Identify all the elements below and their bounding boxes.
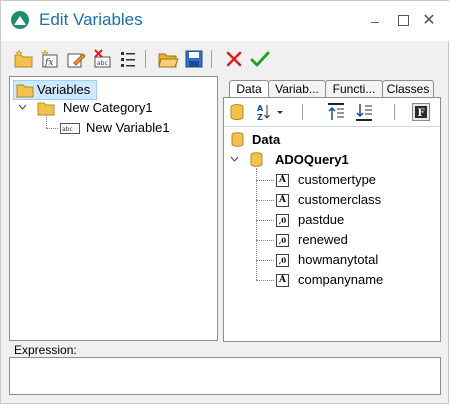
tree-line [256,180,274,181]
save-icon[interactable] [183,48,205,70]
database-icon[interactable] [230,104,244,120]
tree-item-variables[interactable]: Variables [13,80,97,100]
text-field-icon: A [276,194,289,207]
sort-az-icon: A Z [257,104,283,122]
expand-all-icon[interactable] [354,103,374,121]
tree-line [256,220,274,221]
minimize-button[interactable]: – [364,10,386,32]
svg-text:fx: fx [44,58,53,68]
svg-text:abc: abc [97,60,108,67]
tab-classes[interactable]: Classes [382,80,434,98]
tree-item-field[interactable]: ,0 pastdue [276,211,436,229]
chevron-down-icon[interactable] [230,156,239,163]
edit-icon[interactable] [65,48,87,70]
tree-item-field[interactable]: A companyname [276,271,436,289]
list-icon[interactable] [117,48,139,70]
maximize-button[interactable] [392,10,414,32]
expression-input[interactable] [9,357,441,395]
tree-line [256,260,274,261]
chevron-down-icon[interactable] [18,104,27,111]
variables-tree-panel: Variables New Category1 abc New Variable… [9,76,218,341]
format-button[interactable]: F [412,103,430,121]
number-field-icon: ,0 [276,214,289,227]
expression-label: Expression: [14,343,77,357]
tree-item-data[interactable]: Data [229,131,429,149]
tree-item-field[interactable]: A customertype [276,171,436,189]
data-tree-panel: A Z F Data ADOQuery1 A customertype A cu… [223,97,441,342]
tree-line [46,115,47,128]
tree-line [256,280,274,281]
tree-line [256,240,274,241]
tree-item-field[interactable]: A customerclass [276,191,436,209]
new-category-icon[interactable] [13,48,35,70]
svg-text:Z: Z [257,113,263,122]
number-field-icon: ,0 [276,234,289,247]
tree-line [256,200,274,201]
text-field-icon: A [276,174,289,187]
tab-variables[interactable]: Variab... [268,80,326,98]
tree-item-field[interactable]: ,0 howmanytotal [276,251,436,269]
toolbar: fx abc [9,45,439,73]
data-toolbar: A Z F [224,98,440,127]
delete-icon[interactable]: abc [91,48,113,70]
cancel-icon[interactable] [223,48,245,70]
open-icon[interactable] [157,48,179,70]
ok-icon[interactable] [249,48,271,70]
text-field-icon: A [276,274,289,287]
tree-item-variable[interactable]: abc New Variable1 [60,119,210,137]
folder-icon [16,84,34,98]
database-icon [231,132,244,147]
tab-functions[interactable]: Functi... [325,80,383,98]
tree-line [46,128,58,129]
svg-text:A: A [257,104,264,113]
database-icon [250,152,263,167]
app-icon [11,11,29,29]
tree-item-field[interactable]: ,0 renewed [276,231,436,249]
edit-variables-window: Edit Variables – ✕ fx abc Variables New … [0,0,450,404]
toolbar-separator [211,50,212,68]
title-bar: Edit Variables – ✕ [1,1,450,41]
svg-text:abc: abc [62,126,73,133]
svg-text:F: F [418,108,425,119]
tree-item-query[interactable]: ADOQuery1 [230,151,430,169]
close-button[interactable]: ✕ [418,10,440,32]
toolbar-separator [145,50,146,68]
number-field-icon: ,0 [276,254,289,267]
toolbar-separator [394,104,395,120]
window-title: Edit Variables [39,10,143,29]
folder-icon [37,102,55,116]
new-variable-icon[interactable]: fx [39,48,61,70]
collapse-all-icon[interactable] [326,103,346,121]
format-f-icon: F [415,106,427,119]
sort-dropdown[interactable]: A Z [256,102,284,122]
tree-line [256,168,257,280]
toolbar-separator [302,104,303,120]
variable-icon: abc [60,123,80,134]
